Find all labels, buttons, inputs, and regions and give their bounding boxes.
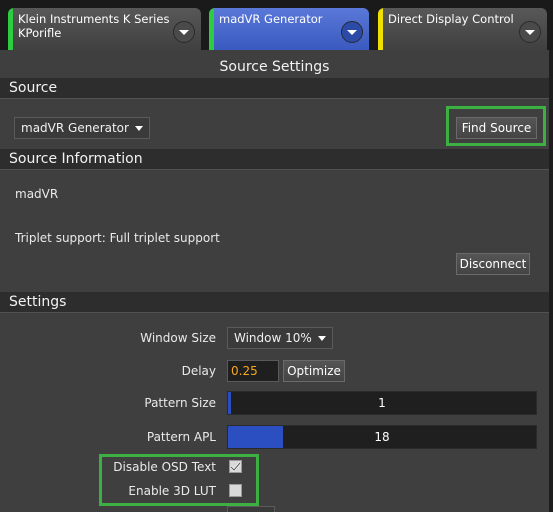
settings-section-header: Settings	[0, 292, 549, 313]
pattern-apl-label: Pattern APL	[146, 430, 216, 444]
delay-input[interactable]: 0.25	[227, 360, 279, 382]
tab-status-stripe	[378, 8, 383, 50]
chevron-down-icon	[318, 336, 326, 341]
chevron-down-icon[interactable]	[519, 21, 541, 43]
triplet-support-text: Triplet support: Full triplet support	[15, 231, 220, 245]
source-information-header: Source Information	[0, 149, 549, 170]
pattern-size-label: Pattern Size	[144, 396, 216, 410]
highlight-box	[446, 106, 546, 146]
chevron-down-icon[interactable]	[341, 21, 363, 43]
source-section-header: Source	[0, 78, 549, 99]
page-title: Source Settings	[219, 59, 330, 75]
tab-status-stripe	[209, 8, 214, 50]
disconnect-button[interactable]: Disconnect	[456, 253, 530, 275]
pattern-size-slider[interactable]: 1	[227, 391, 537, 415]
source-name: madVR	[15, 187, 59, 201]
optimize-button[interactable]: Optimize	[283, 360, 345, 382]
tab-label: madVR Generator	[219, 12, 323, 26]
tab-label: Klein Instruments K Series KPorifle	[18, 12, 170, 40]
window-size-value: Window 10%	[234, 331, 312, 345]
delay-label: Delay	[181, 364, 216, 378]
tab-direct-display-control[interactable]: Direct Display Control	[378, 8, 547, 50]
source-select-value: madVR Generator	[21, 121, 129, 135]
tab-status-stripe	[8, 8, 13, 50]
pattern-apl-value: 18	[374, 430, 390, 444]
pattern-apl-slider[interactable]: 18	[227, 425, 537, 449]
tab-label: Direct Display Control	[388, 12, 514, 26]
highlight-box	[99, 454, 259, 506]
partial-control	[227, 506, 275, 512]
window-size-select[interactable]: Window 10%	[227, 327, 333, 349]
tab-strip: Klein Instruments K Series KPorifle madV…	[0, 0, 553, 50]
panel-right-edge	[549, 50, 553, 512]
source-select[interactable]: madVR Generator	[14, 117, 150, 139]
pattern-size-value: 1	[378, 396, 386, 410]
window-size-label: Window Size	[140, 331, 216, 345]
tab-klein-instruments[interactable]: Klein Instruments K Series KPorifle	[8, 8, 201, 50]
chevron-down-icon[interactable]	[173, 21, 195, 43]
tab-madvr-generator[interactable]: madVR Generator	[209, 8, 369, 50]
chevron-down-icon	[135, 126, 143, 131]
